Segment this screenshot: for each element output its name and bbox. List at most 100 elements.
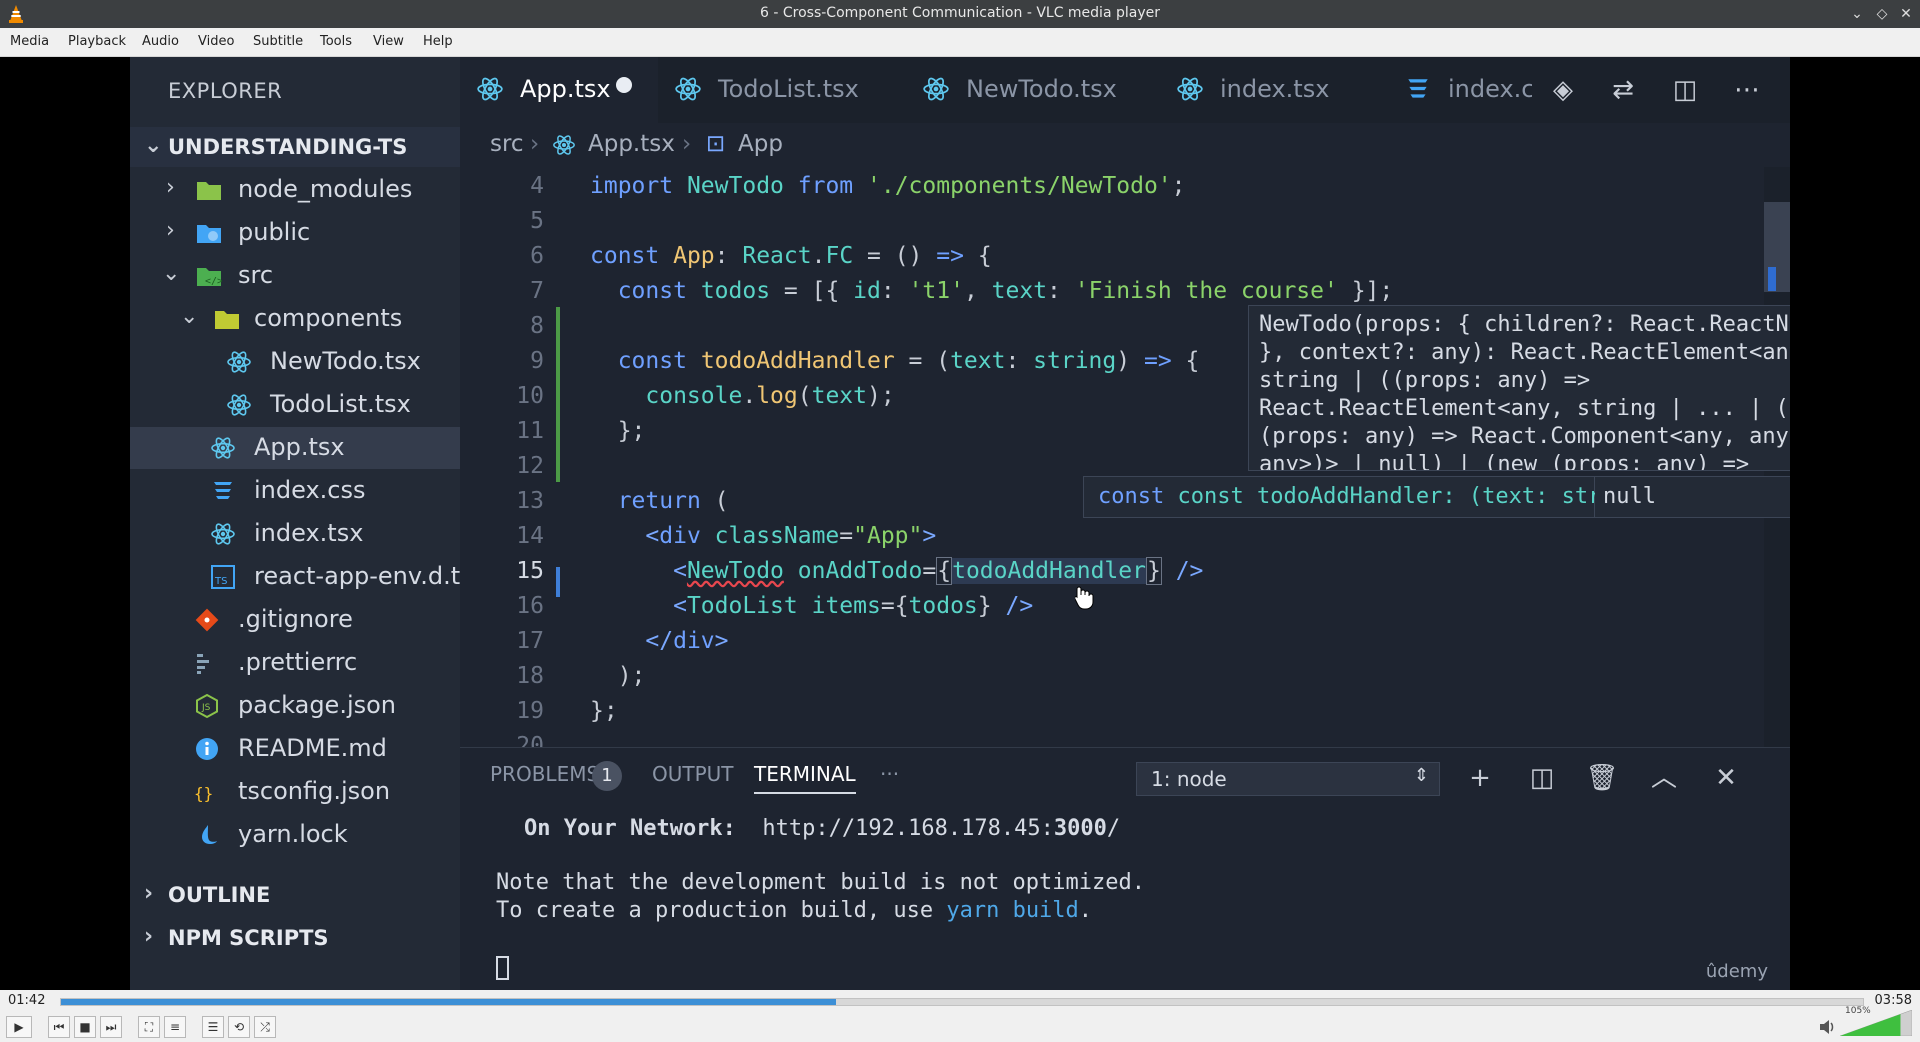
tree-item-label: .gitignore xyxy=(238,605,353,633)
terminal-select[interactable]: 1: node ⇕ xyxy=(1136,762,1440,796)
breadcrumb-src[interactable]: src xyxy=(490,131,524,157)
playlist-button[interactable]: ☰ xyxy=(202,1016,224,1038)
tab-terminal[interactable]: TERMINAL xyxy=(754,762,856,794)
close-panel-icon[interactable]: ✕ xyxy=(1708,760,1744,796)
tab-index-css[interactable]: index.cs xyxy=(1388,57,1532,123)
tree-item-label: .prettierrc xyxy=(238,648,358,676)
play-button[interactable]: ▶ xyxy=(6,1016,32,1038)
npm-scripts-section[interactable]: › NPM SCRIPTS xyxy=(130,918,460,958)
video-area[interactable]: EXPLORER ⌄ UNDERSTANDING-TS › node_modul… xyxy=(0,57,1920,990)
tree-item-yarn-lock[interactable]: yarn.lock xyxy=(130,814,460,856)
tree-item-tsconfig[interactable]: {} tsconfig.json xyxy=(130,771,460,813)
tree-item-components[interactable]: ⌄ components xyxy=(130,298,460,340)
chevron-down-icon: ⌄ xyxy=(180,304,199,329)
tree-item-node-modules[interactable]: › node_modules xyxy=(130,169,460,211)
hover-line: }, context?: any): React.ReactElement<an… xyxy=(1259,340,1790,365)
nodejs-icon: JS xyxy=(196,693,218,719)
tree-item-readme[interactable]: README.md xyxy=(130,728,460,770)
line-number: 19 xyxy=(516,698,544,724)
shuffle-button[interactable]: ⤮ xyxy=(254,1016,276,1038)
breadcrumb-symbol[interactable]: App xyxy=(738,131,783,157)
code-line: <NewTodo onAddTodo={todoAddHandler} /> xyxy=(673,557,1204,585)
bottom-panel: PROBLEMS 1 OUTPUT TERMINAL ··· 1: node ⇕… xyxy=(460,747,1790,990)
tree-item-newtodo[interactable]: NewTodo.tsx xyxy=(130,341,460,383)
project-section[interactable]: ⌄ UNDERSTANDING-TS xyxy=(130,127,460,167)
hover-line: any>)> | null) | (new (props: any) => xyxy=(1259,452,1750,471)
npm-scripts-label: NPM SCRIPTS xyxy=(168,926,329,950)
more-tabs-icon[interactable]: ··· xyxy=(880,762,899,786)
split-terminal-icon[interactable]: ◫ xyxy=(1524,760,1560,796)
menu-help[interactable]: Help xyxy=(423,34,453,49)
fullscreen-button[interactable]: ⛶ xyxy=(138,1016,160,1038)
tab-app-tsx[interactable]: App.tsx xyxy=(460,57,658,123)
tab-index-tsx[interactable]: index.tsx xyxy=(1160,57,1388,123)
tab-label: index.tsx xyxy=(1220,75,1330,103)
stop-button[interactable]: ■ xyxy=(74,1016,96,1038)
line-number: 12 xyxy=(516,453,544,479)
explorer-header: EXPLORER xyxy=(168,79,283,103)
tab-newtodo-tsx[interactable]: NewTodo.tsx xyxy=(906,57,1160,123)
more-actions-icon[interactable]: ⋯ xyxy=(1730,73,1764,107)
menu-subtitle[interactable]: Subtitle xyxy=(253,34,303,49)
line-number: 9 xyxy=(530,348,544,374)
previous-button[interactable]: ⏮ xyxy=(48,1016,70,1038)
symbol-variable-icon: ⊡ xyxy=(706,131,726,157)
folder-public-icon xyxy=(197,225,221,243)
line-number: 13 xyxy=(516,488,544,514)
tree-item-index-tsx[interactable]: index.tsx xyxy=(130,513,460,555)
pull-request-icon[interactable]: ⇄ xyxy=(1606,73,1640,107)
chevron-up-icon[interactable]: ︿ xyxy=(1646,760,1682,796)
tab-todolist-tsx[interactable]: TodoList.tsx xyxy=(658,57,906,123)
react-icon xyxy=(211,523,235,545)
speaker-icon[interactable] xyxy=(1818,1018,1836,1036)
tree-item-index-css[interactable]: index.css xyxy=(130,470,460,512)
trash-icon[interactable]: 🗑 xyxy=(1584,760,1620,796)
terminal-select-value: 1: node xyxy=(1151,767,1227,791)
tree-item-react-app-env[interactable]: TS react-app-env.d.ts xyxy=(130,556,473,598)
tree-item-prettierrc[interactable]: .prettierrc xyxy=(130,642,460,684)
unsaved-dot-icon[interactable] xyxy=(616,77,632,93)
hover-line-1: NewTodo(props: { children?: React.ReactN… xyxy=(1259,312,1790,337)
menu-video[interactable]: Video xyxy=(198,34,234,49)
code-line: <TodoList items={todos} /> xyxy=(673,593,1034,619)
tree-item-gitignore[interactable]: .gitignore xyxy=(130,599,460,641)
next-button[interactable]: ⏭ xyxy=(100,1016,122,1038)
react-icon xyxy=(675,77,701,101)
tab-label: NewTodo.tsx xyxy=(966,75,1117,103)
tree-item-app[interactable]: App.tsx xyxy=(130,427,460,469)
split-editor-icon[interactable]: ◫ xyxy=(1668,73,1702,107)
menu-playback[interactable]: Playback xyxy=(68,34,126,49)
folder-src-icon: </> xyxy=(197,268,222,287)
extended-settings-button[interactable]: ≡ xyxy=(164,1016,186,1038)
terminal-network-line: On Your Network: http://192.168.178.45:3… xyxy=(524,816,1121,841)
close-window-icon[interactable]: ✕ xyxy=(1896,4,1916,24)
loop-button[interactable]: ⟲ xyxy=(228,1016,250,1038)
menu-audio[interactable]: Audio xyxy=(142,34,179,49)
maximize-icon[interactable]: ◇ xyxy=(1872,4,1892,24)
new-terminal-icon[interactable]: + xyxy=(1462,760,1498,796)
tree-item-src[interactable]: ⌄ </> src xyxy=(130,255,460,297)
menu-view[interactable]: View xyxy=(373,34,404,49)
menu-tools[interactable]: Tools xyxy=(320,34,352,49)
tab-label: App.tsx xyxy=(520,75,611,103)
code-line: console.log(text); xyxy=(645,383,895,409)
git-compare-icon[interactable]: ◈ xyxy=(1546,73,1580,107)
line-number: 6 xyxy=(530,243,544,269)
git-change-bar xyxy=(556,307,560,482)
tree-item-label: components xyxy=(254,304,403,332)
tree-item-todolist[interactable]: TodoList.tsx xyxy=(130,384,460,426)
chevron-right-icon: › xyxy=(166,175,175,200)
tree-item-public[interactable]: › public xyxy=(130,212,460,254)
seek-slider[interactable] xyxy=(60,998,1864,1006)
minimize-icon[interactable]: ⌄ xyxy=(1847,4,1867,24)
breadcrumb-file[interactable]: App.tsx xyxy=(588,131,675,157)
tab-output[interactable]: OUTPUT xyxy=(652,762,734,786)
window-titlebar: 6 - Cross-Component Communication - VLC … xyxy=(0,0,1920,28)
outline-section[interactable]: › OUTLINE xyxy=(130,875,460,915)
yarn-icon xyxy=(202,825,217,844)
menu-media[interactable]: Media xyxy=(10,34,49,49)
volume-slider[interactable] xyxy=(1840,1010,1912,1036)
tab-problems[interactable]: PROBLEMS xyxy=(490,762,599,786)
tree-item-package-json[interactable]: JS package.json xyxy=(130,685,460,727)
terminal-output[interactable]: On Your Network: http://192.168.178.45:3… xyxy=(460,808,1790,988)
